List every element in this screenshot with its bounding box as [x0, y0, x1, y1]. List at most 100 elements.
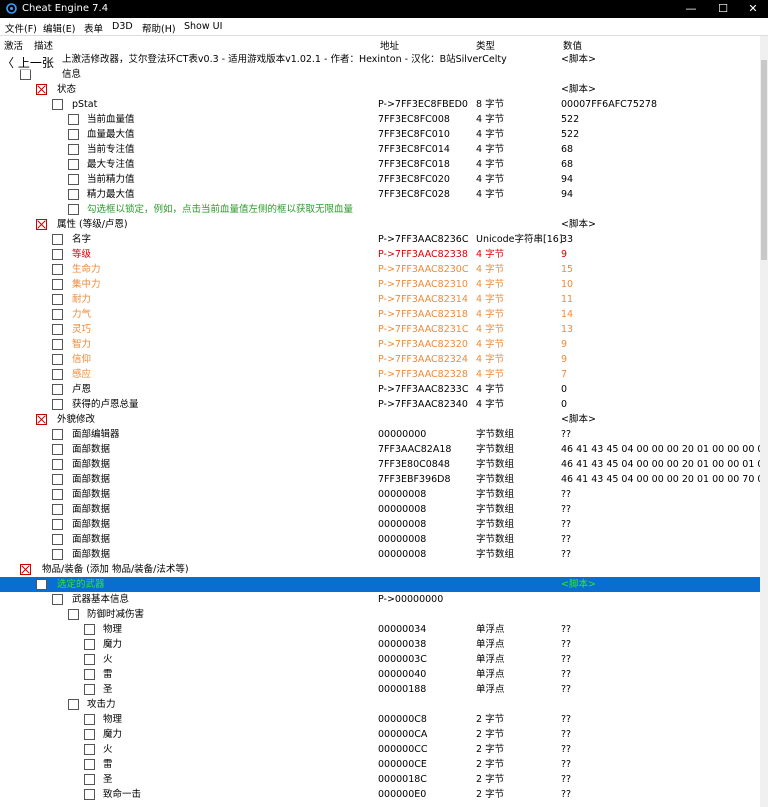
table-row[interactable]: 面部数据 7FF3EBF396D8 字节数组 46 41 43 45 04 00 00…	[0, 472, 768, 487]
row-value[interactable]: 94	[561, 189, 573, 200]
table-row[interactable]: 灵巧 P->7FF3AAC8231C 4 字节 13	[0, 322, 760, 337]
table-row[interactable]: pStat P->7FF3EC8FBED0 8 字节 00007FF6AFC75278	[0, 97, 760, 112]
row-value[interactable]: 9	[561, 249, 567, 260]
active-checkbox[interactable]	[84, 744, 95, 755]
table-row[interactable]: 外貌修改 <脚本>	[0, 412, 760, 427]
row-value[interactable]: 68	[561, 159, 573, 170]
row-value[interactable]: ??	[561, 729, 571, 740]
maximize-button[interactable]: ☐	[708, 0, 738, 18]
row-value[interactable]: ??	[561, 504, 571, 515]
row-value[interactable]: 0	[561, 384, 567, 395]
table-row[interactable]: 火 0000003C 单浮点??	[0, 652, 760, 667]
row-value[interactable]: 46 41 43 45 04 00 00 00 20 01 00 00 70 0…	[561, 474, 768, 485]
table-row[interactable]: 集中力 P->7FF3AAC82310 4 字节 10	[0, 277, 760, 292]
active-checkbox[interactable]	[52, 324, 63, 335]
active-checkbox[interactable]	[52, 549, 63, 560]
table-row[interactable]: 当前精力值 7FF3EC8FC020 4 字节 94	[0, 172, 760, 187]
row-value[interactable]: ??	[561, 489, 571, 500]
active-checkbox[interactable]	[36, 219, 47, 230]
menu-d3d[interactable]: D3D	[112, 21, 133, 32]
row-value[interactable]: ??	[561, 534, 571, 545]
active-checkbox[interactable]	[36, 579, 47, 590]
row-value[interactable]: ??	[561, 669, 571, 680]
active-checkbox[interactable]	[68, 174, 79, 185]
active-checkbox[interactable]	[52, 474, 63, 485]
active-checkbox[interactable]	[84, 789, 95, 800]
table-row[interactable]: 面部数据 00000008 字节数组??	[0, 502, 760, 517]
table-row[interactable]: 面部数据 00000008 字节数组??	[0, 547, 760, 562]
row-value[interactable]: 9	[561, 339, 567, 350]
table-row[interactable]: 上激活修改器，艾尔登法环CT表v0.3 - 适用游戏版本v1.02.1 - 作者…	[0, 52, 760, 67]
active-checkbox[interactable]	[36, 84, 47, 95]
active-checkbox[interactable]	[52, 459, 63, 470]
active-checkbox[interactable]	[68, 189, 79, 200]
table-row[interactable]: 防御时减伤害	[0, 607, 760, 622]
table-row[interactable]: 攻击力	[0, 697, 760, 712]
row-value[interactable]: ??	[561, 789, 571, 800]
table-row[interactable]: 物品/装备 (添加 物品/装备/法术等)	[0, 562, 760, 577]
active-checkbox[interactable]	[68, 159, 79, 170]
row-value[interactable]: 13	[561, 324, 573, 335]
table-row[interactable]: 火 000000CC 2 字节??	[0, 742, 760, 757]
row-value[interactable]: ??	[561, 654, 571, 665]
row-value[interactable]: ??	[561, 774, 571, 785]
row-value[interactable]: <脚本>	[561, 219, 596, 230]
row-value[interactable]: ??	[561, 429, 571, 440]
table-row[interactable]: 信仰 P->7FF3AAC82324 4 字节 9	[0, 352, 760, 367]
active-checkbox[interactable]	[52, 234, 63, 245]
active-checkbox[interactable]	[52, 504, 63, 515]
table-row[interactable]: 血量最大值 7FF3EC8FC010 4 字节 522	[0, 127, 760, 142]
table-row[interactable]: 面部数据 00000008 字节数组??	[0, 517, 760, 532]
table-row[interactable]: 耐力 P->7FF3AAC82314 4 字节 11	[0, 292, 760, 307]
table-row[interactable]: 当前专注值 7FF3EC8FC014 4 字节 68	[0, 142, 760, 157]
table-row[interactable]: 面部数据 00000008 字节数组??	[0, 487, 760, 502]
table-row[interactable]: 属性 (等级/卢恩) <脚本>	[0, 217, 760, 232]
menu-table[interactable]: 表单	[84, 21, 103, 35]
column-address[interactable]: 地址	[380, 38, 399, 52]
row-value[interactable]: ??	[561, 714, 571, 725]
row-value[interactable]: 14	[561, 309, 573, 320]
row-value[interactable]: <脚本>	[561, 54, 596, 65]
column-type[interactable]: 类型	[476, 38, 495, 52]
active-checkbox[interactable]	[84, 759, 95, 770]
row-value[interactable]: ??	[561, 549, 571, 560]
minimize-button[interactable]: —	[676, 0, 706, 18]
active-checkbox[interactable]	[84, 639, 95, 650]
row-value[interactable]: ??	[561, 624, 571, 635]
row-value[interactable]: 15	[561, 264, 573, 275]
table-row[interactable]: 致命一击 000000E0 2 字节??	[0, 787, 760, 802]
active-checkbox[interactable]	[68, 204, 79, 215]
table-row[interactable]: 获得的卢恩总量 P->7FF3AAC82340 4 字节 0	[0, 397, 760, 412]
active-checkbox[interactable]	[68, 129, 79, 140]
active-checkbox[interactable]	[52, 519, 63, 530]
previous-image-button[interactable]: 〈 上一张	[0, 54, 56, 70]
table-row[interactable]: 面部数据 7FF3E80C0848 字节数组 46 41 43 45 04 00 00…	[0, 457, 768, 472]
table-row[interactable]: 勾选框以锁定，例如，点击当前血量值左侧的框以获取无限血量	[0, 202, 760, 217]
table-row[interactable]: 武器基本信息 P->00000000	[0, 592, 760, 607]
active-checkbox[interactable]	[20, 564, 31, 575]
table-row[interactable]: 智力 P->7FF3AAC82320 4 字节 9	[0, 337, 760, 352]
active-checkbox[interactable]	[52, 294, 63, 305]
row-value[interactable]: ??	[561, 519, 571, 530]
menu-help[interactable]: 帮助(H)	[142, 21, 176, 35]
active-checkbox[interactable]	[52, 444, 63, 455]
scrollbar-thumb[interactable]	[761, 60, 767, 260]
active-checkbox[interactable]	[52, 264, 63, 275]
row-value[interactable]: 0	[561, 399, 567, 410]
row-value[interactable]: 9	[561, 354, 567, 365]
table-row[interactable]: 面部数据 7FF3AAC82A18 字节数组 46 41 43 45 04 00 00…	[0, 442, 768, 457]
table-row[interactable]: 魔力 000000CA 2 字节??	[0, 727, 760, 742]
table-row[interactable]: 感应 P->7FF3AAC82328 4 字节 7	[0, 367, 760, 382]
row-value[interactable]: 522	[561, 129, 579, 140]
active-checkbox[interactable]	[68, 144, 79, 155]
active-checkbox[interactable]	[36, 414, 47, 425]
table-row[interactable]: 选定的武器 <脚本>	[0, 577, 760, 592]
table-row[interactable]: 生命力 P->7FF3AAC8230C 4 字节 15	[0, 262, 760, 277]
row-value[interactable]: 94	[561, 174, 573, 185]
active-checkbox[interactable]	[68, 609, 79, 620]
active-checkbox[interactable]	[84, 669, 95, 680]
active-checkbox[interactable]	[52, 399, 63, 410]
row-value[interactable]: 7	[561, 369, 567, 380]
row-value[interactable]: 00007FF6AFC75278	[561, 99, 657, 110]
active-checkbox[interactable]	[52, 249, 63, 260]
